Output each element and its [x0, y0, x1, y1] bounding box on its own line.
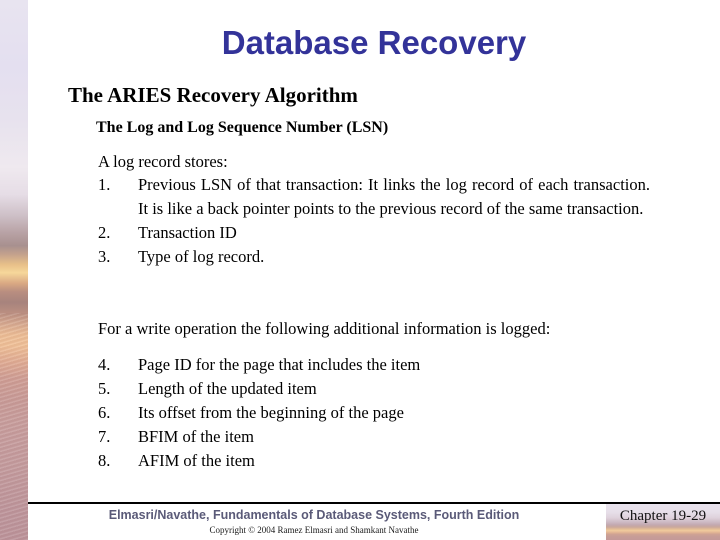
list-item: 3. Type of log record. — [98, 245, 650, 269]
page-title: Database Recovery — [221, 24, 527, 61]
list-item: 1. Previous LSN of that transaction: It … — [98, 173, 650, 221]
list-item-number: 5. — [98, 379, 111, 398]
list-item-number: 4. — [98, 355, 111, 374]
list-item: 5. Length of the updated item — [98, 377, 650, 401]
list-item-text: Previous LSN of that transaction: It lin… — [138, 175, 650, 218]
list-item-number: 6. — [98, 403, 111, 422]
list-item-text: AFIM of the item — [138, 451, 255, 470]
slide-canvas: Database Recovery The ARIES Recovery Alg… — [0, 0, 720, 540]
write-operation-fields-list: 4. Page ID for the page that includes th… — [98, 353, 650, 473]
list-item-text: Transaction ID — [138, 223, 237, 242]
list-item-text: BFIM of the item — [138, 427, 254, 446]
subsection-heading-lsn: The Log and Log Sequence Number (LSN) — [96, 119, 389, 136]
intro-text: A log record stores: — [98, 152, 228, 171]
list-item-number: 3. — [98, 247, 111, 266]
list-item-text: Page ID for the page that includes the i… — [138, 355, 421, 374]
chapter-plate-image: Chapter 19-29 — [606, 504, 720, 540]
list-item: 2. Transaction ID — [98, 221, 650, 245]
write-operation-text: For a write operation the following addi… — [98, 319, 551, 338]
chapter-number-label: Chapter 19-29 — [619, 508, 707, 524]
footer-copyright: Copyright © 2004 Ramez Elmasri and Shamk… — [209, 525, 419, 535]
list-item-text: Length of the updated item — [138, 379, 317, 398]
list-item-number: 8. — [98, 451, 111, 470]
list-item-number: 2. — [98, 223, 111, 242]
list-item: 7. BFIM of the item — [98, 425, 650, 449]
list-item: 8. AFIM of the item — [98, 449, 650, 473]
desert-landscape-sidebar-image — [0, 0, 28, 540]
log-record-fields-list: 1. Previous LSN of that transaction: It … — [98, 173, 650, 269]
list-item-text: Type of log record. — [138, 247, 265, 266]
list-item-number: 7. — [98, 427, 111, 446]
list-item: 6. Its offset from the beginning of the … — [98, 401, 650, 425]
list-item: 4. Page ID for the page that includes th… — [98, 353, 650, 377]
list-item-text: Its offset from the beginning of the pag… — [138, 403, 404, 422]
list-item-number: 1. — [98, 175, 111, 194]
footer-book-citation: Elmasri/Navathe, Fundamentals of Databas… — [108, 508, 520, 522]
section-heading-aries: The ARIES Recovery Algorithm — [68, 83, 358, 107]
